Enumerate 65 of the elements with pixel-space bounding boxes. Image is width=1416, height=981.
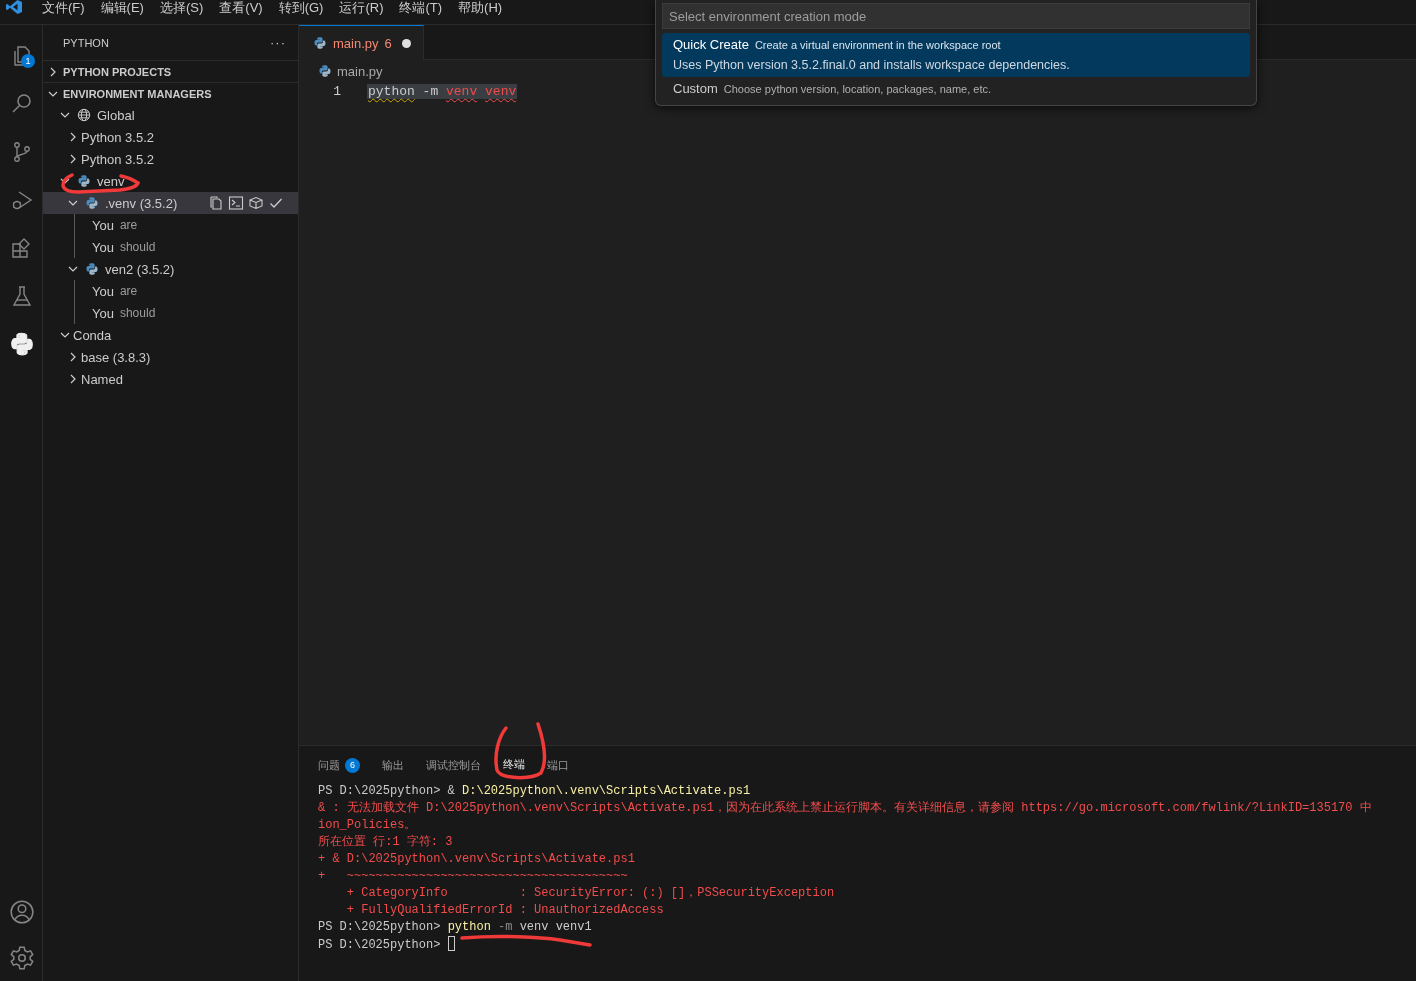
tree-item[interactable]: Python 3.5.2: [43, 148, 298, 170]
python-logo-icon: [318, 64, 332, 78]
breadcrumb[interactable]: main.py: [337, 63, 383, 79]
quick-pick-item[interactable]: Quick Create Create a virtual environment in the workspace root Uses Python version 3.5.2.final.0 and installs workspace dependencies.: [662, 33, 1250, 77]
menu-item[interactable]: 文件(F): [34, 0, 93, 15]
terminal-line: & : 无法加载文件 D:\2025python\.venv\Scripts\Activate.ps1，因为在此系统上禁止运行脚本。有关详细信息，请参阅 https://go.microsoft.com/fwlink/?LinkID=135170 中: [318, 800, 1372, 817]
python-logo-icon: [85, 196, 99, 210]
menu-item[interactable]: 选择(S): [151, 0, 212, 15]
menu-item[interactable]: 转到(G): [270, 0, 332, 15]
settings-icon[interactable]: [9, 945, 35, 971]
terminal-line: ion_Policies。: [318, 817, 417, 834]
more-actions-button[interactable]: ···: [270, 35, 286, 50]
menu-item[interactable]: 终端(T): [391, 0, 451, 15]
tree-item[interactable]: .venv (3.5.2): [43, 192, 298, 214]
package-icon[interactable]: [248, 195, 264, 211]
tree-item[interactable]: You are: [43, 214, 298, 236]
tree-item[interactable]: Python 3.5.2: [43, 126, 298, 148]
panel-tab[interactable]: 终端: [503, 753, 525, 777]
terminal-line: 所在位置 行:1 字符: 3: [318, 834, 453, 851]
panel-tab[interactable]: 调试控制台: [426, 753, 481, 777]
tree-item[interactable]: Named: [43, 368, 298, 390]
tree-item[interactable]: ven2 (3.5.2): [43, 258, 298, 280]
count-badge: 6: [345, 757, 360, 773]
copy-icon[interactable]: [208, 195, 224, 211]
tree-item[interactable]: Conda: [43, 324, 298, 346]
python-logo-icon: [85, 262, 99, 276]
tree-item[interactable]: You should: [43, 302, 298, 324]
debug-icon[interactable]: [10, 188, 34, 212]
python-logo-icon: [77, 174, 91, 188]
terminal-line: + & D:\2025python\.venv\Scripts\Activate.ps1: [318, 851, 635, 868]
section-header[interactable]: PYTHON PROJECTS: [43, 60, 298, 82]
terminal-line: + ~~~~~~~~~~~~~~~~~~~~~~~~~~~~~~~~~~~~~~~: [318, 868, 628, 885]
account-icon[interactable]: [9, 899, 35, 925]
menu-item[interactable]: 帮助(H): [450, 0, 511, 15]
panel-tab[interactable]: 问题 6: [318, 753, 360, 777]
menu-item[interactable]: 查看(V): [211, 0, 271, 15]
tree-item[interactable]: Global: [43, 104, 298, 126]
quick-pick-input[interactable]: Select environment creation mode: [662, 3, 1250, 29]
editor-tab[interactable]: main.py 6: [299, 25, 424, 60]
section-header[interactable]: ENVIRONMENT MANAGERS: [43, 82, 298, 104]
tree-item[interactable]: base (3.8.3): [43, 346, 298, 368]
problem-count: 6: [384, 35, 392, 51]
terminal-cursor: [447, 936, 455, 951]
line-number: 1: [332, 84, 342, 99]
terminal-line: + CategoryInfo : SecurityError: (:) []，PSSecurityException: [345, 885, 835, 902]
terminal-line: + FullyQualifiedErrorId : UnauthorizedAccess: [345, 902, 664, 919]
python-logo-icon: [313, 36, 327, 50]
panel-tab[interactable]: 输出: [382, 753, 404, 777]
notification-badge: 1: [21, 54, 35, 68]
terminal-line: PS D:\2025python> python -m venv venv1: [318, 919, 592, 936]
sidebar-title: PYTHON: [63, 36, 109, 49]
tree-item[interactable]: You are: [43, 280, 298, 302]
menu-item[interactable]: 编辑(E): [92, 0, 152, 15]
terminal-icon[interactable]: [228, 195, 244, 211]
terminal-line: PS D:\2025python> & D:\2025python\.venv\Scripts\Activate.ps1: [318, 783, 751, 800]
testing-icon[interactable]: [10, 284, 34, 308]
tree-item[interactable]: You should: [43, 236, 298, 258]
python-icon[interactable]: [9, 331, 35, 357]
vscode-logo: [6, 0, 22, 14]
terminal-line: PS D:\2025python>: [318, 936, 455, 953]
panel-tab[interactable]: 端口: [547, 753, 569, 777]
globe-icon: [77, 108, 91, 122]
quick-pick-item[interactable]: Custom Choose python version, location, packages, name, etc.: [662, 77, 1250, 101]
menu-item[interactable]: 运行(R): [331, 0, 392, 15]
tree-item[interactable]: venv: [43, 170, 298, 192]
